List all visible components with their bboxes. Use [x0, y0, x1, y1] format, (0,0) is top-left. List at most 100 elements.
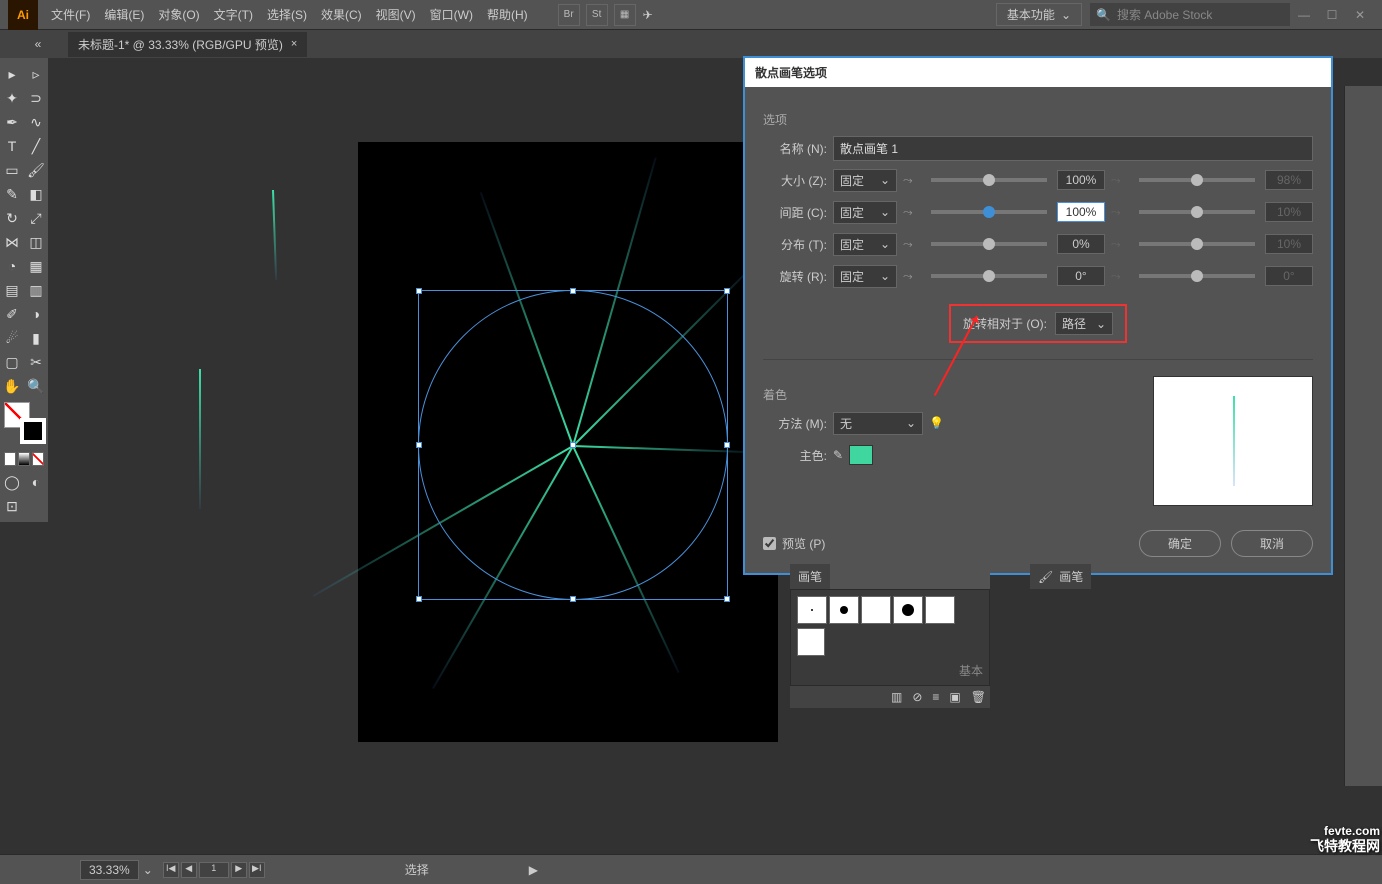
- line-tool[interactable]: ╱: [25, 135, 47, 157]
- ok-button[interactable]: 确定: [1139, 530, 1221, 557]
- type-tool[interactable]: T: [1, 135, 23, 157]
- spacing-value[interactable]: 100%: [1057, 202, 1105, 222]
- scale-tool[interactable]: ⤢: [25, 207, 47, 229]
- handle-tm[interactable]: [570, 288, 576, 294]
- handle-mr[interactable]: [724, 442, 730, 448]
- menu-window[interactable]: 窗口(W): [423, 6, 480, 23]
- screen-mode[interactable]: ⊡: [1, 495, 23, 517]
- tab-close-icon[interactable]: ×: [291, 38, 297, 50]
- brush-preset-2[interactable]: [829, 596, 859, 624]
- scatter-value[interactable]: 0%: [1057, 234, 1105, 254]
- curvature-tool[interactable]: ∿: [25, 111, 47, 133]
- handle-tl[interactable]: [416, 288, 422, 294]
- size-slider[interactable]: [931, 178, 1047, 182]
- lamp-icon[interactable]: 💡: [929, 416, 944, 430]
- brush-preset-1[interactable]: [797, 596, 827, 624]
- graph-tool[interactable]: ▮: [25, 327, 47, 349]
- prev-artboard-button[interactable]: ◀: [181, 862, 197, 878]
- zoom-tool[interactable]: 🔍: [25, 375, 47, 397]
- hand-tool[interactable]: ✋: [1, 375, 23, 397]
- size-value[interactable]: 100%: [1057, 170, 1105, 190]
- draw-normal[interactable]: ◯: [1, 471, 23, 493]
- brush-preset-4[interactable]: [893, 596, 923, 624]
- free-transform-tool[interactable]: ◫: [25, 231, 47, 253]
- next-artboard-button[interactable]: ▶: [231, 862, 247, 878]
- stock-button[interactable]: St: [586, 4, 608, 26]
- slice-tool[interactable]: ✂: [25, 351, 47, 373]
- menu-edit[interactable]: 编辑(E): [97, 6, 151, 23]
- method-dropdown[interactable]: 无⌄: [833, 412, 923, 435]
- mesh-tool[interactable]: ▤: [1, 279, 23, 301]
- scroll-arrow[interactable]: ▶: [529, 863, 538, 877]
- workspace-selector[interactable]: 基本功能 ⌄: [996, 3, 1082, 26]
- eyedropper-tool[interactable]: ✐: [1, 303, 23, 325]
- cancel-button[interactable]: 取消: [1231, 530, 1313, 557]
- shaper-tool[interactable]: ✎: [1, 183, 23, 205]
- paintbrush-tool[interactable]: 🖌: [25, 159, 47, 181]
- search-input[interactable]: 🔍 搜索 Adobe Stock: [1090, 3, 1290, 26]
- right-dock[interactable]: [1344, 86, 1382, 786]
- handle-bl[interactable]: [416, 596, 422, 602]
- stroke-swatch[interactable]: [20, 418, 46, 444]
- symbol-sprayer-tool[interactable]: ☄: [1, 327, 23, 349]
- draw-behind[interactable]: ◐: [25, 471, 47, 493]
- menu-effect[interactable]: 效果(C): [314, 6, 369, 23]
- maximize-button[interactable]: ☐: [1318, 8, 1346, 22]
- menu-select[interactable]: 选择(S): [260, 6, 314, 23]
- handle-tr[interactable]: [724, 288, 730, 294]
- rectangle-tool[interactable]: ▭: [1, 159, 23, 181]
- handle-ml[interactable]: [416, 442, 422, 448]
- scatter-mode-dropdown[interactable]: 固定⌄: [833, 233, 897, 256]
- width-tool[interactable]: ⋈: [1, 231, 23, 253]
- options-icon[interactable]: ≡: [932, 690, 939, 704]
- rocket-icon[interactable]: ✈: [643, 8, 653, 22]
- magic-wand-tool[interactable]: ✦: [1, 87, 23, 109]
- menu-object[interactable]: 对象(O): [151, 6, 206, 23]
- arrange-documents-icon[interactable]: ▦: [614, 4, 636, 26]
- size-mode-dropdown[interactable]: 固定⌄: [833, 169, 897, 192]
- blend-tool[interactable]: ◑: [25, 303, 47, 325]
- brushes-tab[interactable]: 画笔: [790, 564, 830, 589]
- eyedropper-icon[interactable]: ✎: [833, 448, 843, 462]
- menu-file[interactable]: 文件(F): [44, 6, 97, 23]
- minimize-button[interactable]: —: [1290, 8, 1318, 22]
- delete-icon[interactable]: 🗑: [971, 690, 986, 704]
- menu-help[interactable]: 帮助(H): [480, 6, 535, 23]
- close-button[interactable]: ✕: [1346, 8, 1374, 22]
- name-input[interactable]: 散点画笔 1: [833, 136, 1313, 161]
- gradient-tool[interactable]: ▥: [25, 279, 47, 301]
- bridge-button[interactable]: Br: [558, 4, 580, 26]
- gradient-mode[interactable]: [18, 452, 30, 466]
- pen-tool[interactable]: ✒: [1, 111, 23, 133]
- none-mode[interactable]: [32, 452, 44, 466]
- spacing-mode-dropdown[interactable]: 固定⌄: [833, 201, 897, 224]
- brushes-collapsed-panel[interactable]: 🖌 画笔: [1030, 564, 1091, 589]
- handle-center[interactable]: [570, 442, 576, 448]
- artboard-tool[interactable]: ▢: [1, 351, 23, 373]
- menu-text[interactable]: 文字(T): [207, 6, 260, 23]
- library-icon[interactable]: ▥: [891, 690, 902, 704]
- last-artboard-button[interactable]: ▶I: [249, 862, 265, 878]
- direct-selection-tool[interactable]: ▹: [25, 63, 47, 85]
- zoom-level[interactable]: 33.33%: [80, 860, 139, 880]
- chevron-down-icon[interactable]: ⌄: [143, 863, 153, 877]
- menu-view[interactable]: 视图(V): [369, 6, 423, 23]
- preview-checkbox[interactable]: [763, 537, 776, 550]
- rotation-value[interactable]: 0°: [1057, 266, 1105, 286]
- lasso-tool[interactable]: ⊃: [25, 87, 47, 109]
- shape-builder-tool[interactable]: ◔: [1, 255, 23, 277]
- artboard-number[interactable]: 1: [199, 862, 229, 878]
- brush-preset-3[interactable]: [861, 596, 891, 624]
- document-tab[interactable]: 未标题-1* @ 33.33% (RGB/GPU 预览) ×: [68, 32, 307, 57]
- rotate-tool[interactable]: ↻: [1, 207, 23, 229]
- remove-stroke-icon[interactable]: ⊘: [912, 690, 922, 704]
- spacing-slider[interactable]: [931, 210, 1047, 214]
- home-tab[interactable]: «: [8, 37, 68, 51]
- brush-preset-5[interactable]: [925, 596, 955, 624]
- brush-preset-selected[interactable]: [797, 628, 825, 656]
- rotation-mode-dropdown[interactable]: 固定⌄: [833, 265, 897, 288]
- fill-stroke-swatches[interactable]: [0, 398, 48, 470]
- selection-bounding-box[interactable]: [418, 290, 728, 600]
- perspective-tool[interactable]: ▦: [25, 255, 47, 277]
- keycolor-swatch[interactable]: [849, 445, 873, 465]
